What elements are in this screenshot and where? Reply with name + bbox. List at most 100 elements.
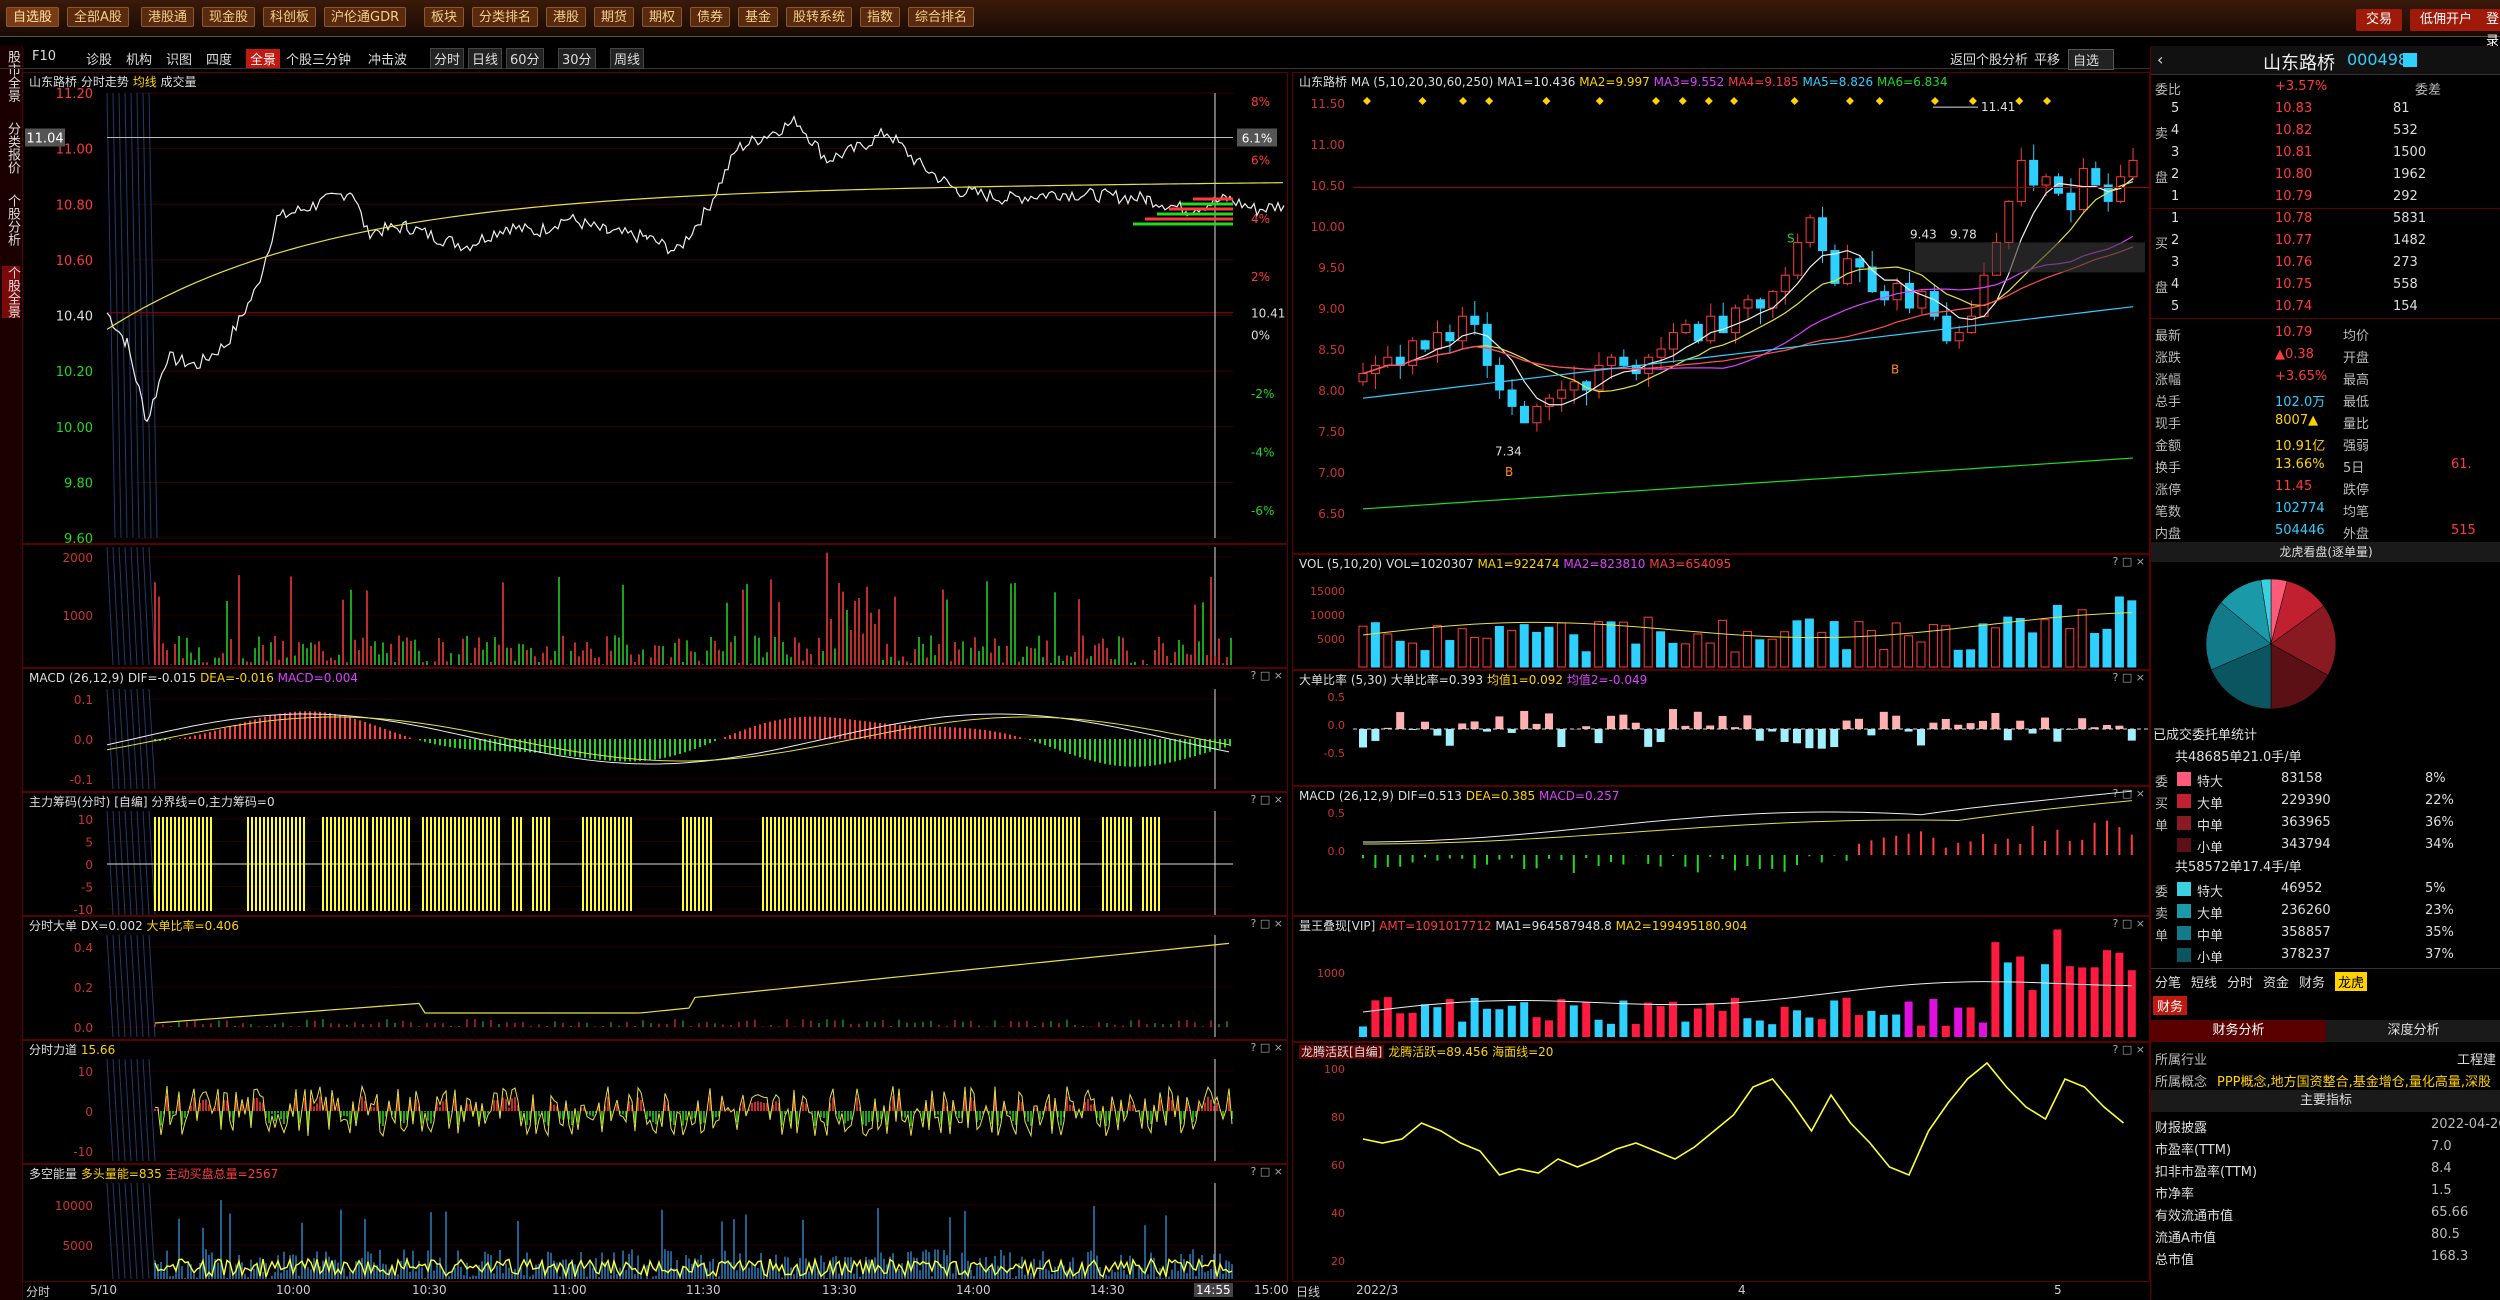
bid-row: 2 10.77 1482 bbox=[2151, 230, 2500, 252]
topbar-tab-6[interactable]: 板块 bbox=[424, 7, 465, 27]
topbar-tab-11[interactable]: 债券 bbox=[690, 7, 731, 27]
left-tab-3[interactable]: 个股全景 bbox=[2, 266, 20, 318]
topbar-tab-13[interactable]: 股转系统 bbox=[786, 7, 853, 27]
topbar-tab-7[interactable]: 分类排名 bbox=[472, 7, 539, 27]
quote-tab-3[interactable]: 资金 bbox=[2263, 972, 2289, 991]
analysis-toolbar: F10 诊股 机构 识图 四度 全景 个股三分钟 冲击波 分时 日线 60分 30分 周线 返回个股分析平… bbox=[0, 46, 2150, 70]
daily-lwdx-chart[interactable]: 1000 bbox=[1293, 917, 2149, 1041]
intraday-volume-chart[interactable]: 2000 1000 bbox=[23, 545, 1287, 667]
topbar-tab-2[interactable]: 港股通 bbox=[141, 7, 195, 27]
auction-hatch bbox=[136, 1182, 144, 1280]
topbar-tab-14[interactable]: 指数 bbox=[860, 7, 901, 27]
order-pie-chart bbox=[2205, 578, 2337, 710]
quote-row: 涨停 11.45 跌停 bbox=[2151, 476, 2500, 498]
daily-axis-label[interactable]: 日线 bbox=[1296, 1283, 1320, 1300]
secbar-right-0[interactable]: 返回个股分析 bbox=[1950, 49, 2028, 68]
daily-volume-chart[interactable]: 15000 10000 5000 bbox=[1293, 555, 2149, 669]
finance-tab[interactable]: 财务 bbox=[2153, 996, 2188, 1015]
intraday-lidao-chart[interactable]: 10 0 -10 bbox=[23, 1041, 1287, 1163]
topbar-tab-10[interactable]: 期权 bbox=[642, 7, 683, 27]
intraday-price-chart[interactable]: 11.2011.0010.8010.6010.4010.2010.009.809… bbox=[23, 73, 1287, 543]
price-tick-label: 10.40 bbox=[56, 310, 93, 325]
intraday-duokong-chart[interactable]: 10000 5000 bbox=[23, 1165, 1287, 1281]
intraday-zhuli-chart[interactable]: 10 5 0 -5 -10 bbox=[23, 793, 1287, 915]
daily-ddbl-chart[interactable]: 0.5 0.0 -0.5 bbox=[1293, 671, 2149, 785]
analysis-tab-4[interactable]: 四度 bbox=[206, 49, 232, 68]
period-tab-4[interactable]: 周线 bbox=[610, 48, 645, 69]
topbar-tab-12[interactable]: 基金 bbox=[738, 7, 779, 27]
left-tab-1[interactable]: 分类报价 bbox=[2, 122, 20, 174]
topbar-tab-4[interactable]: 科创板 bbox=[263, 7, 317, 27]
topbar-tab-8[interactable]: 港股 bbox=[546, 7, 587, 27]
current-pct-label: 6.1% bbox=[1242, 132, 1273, 146]
tick-label: 2000 bbox=[62, 551, 93, 565]
time-tick-7: 14:30 bbox=[1090, 1283, 1125, 1297]
volume-bar bbox=[1693, 633, 1703, 668]
quote-tab-4[interactable]: 财务 bbox=[2299, 972, 2325, 991]
intraday-axis-label[interactable]: 分时 bbox=[26, 1283, 50, 1300]
daily-macd-chart[interactable]: 0.5 0.0 bbox=[1293, 787, 2149, 915]
lwdx-bar bbox=[2103, 950, 2111, 1037]
signal-diamond bbox=[1931, 97, 1940, 105]
topbar-right-1[interactable]: 低佣开户 bbox=[2410, 9, 2483, 31]
analysis-tab-6[interactable]: 个股三分钟 bbox=[286, 49, 351, 68]
analysis-tab-0[interactable]: F10 bbox=[32, 49, 56, 64]
finance-subtab-1[interactable]: 深度分析 bbox=[2326, 1020, 2500, 1042]
topbar-tab-15[interactable]: 综合排名 bbox=[908, 7, 975, 27]
analysis-tab-2[interactable]: 机构 bbox=[126, 49, 152, 68]
topbar-tab-5[interactable]: 沪伦通GDR bbox=[324, 7, 407, 27]
topbar-right-2[interactable]: 登录 bbox=[2476, 9, 2500, 49]
signal-diamond bbox=[1845, 97, 1854, 105]
quote-tab-0[interactable]: 分笔 bbox=[2155, 972, 2181, 991]
volume-bar bbox=[1978, 623, 1988, 668]
secbar-right-2[interactable]: 自选 bbox=[2068, 49, 2115, 70]
daily-lthy-chart[interactable]: 100 80 60 40 20 bbox=[1293, 1043, 2149, 1281]
bid-price: 10.74 bbox=[2275, 299, 2313, 314]
analysis-tab-1[interactable]: 诊股 bbox=[86, 49, 112, 68]
analysis-tab-3[interactable]: 识图 bbox=[166, 49, 192, 68]
ddbl-bar bbox=[1359, 729, 1367, 748]
current-price-label: 11.04 bbox=[26, 132, 63, 147]
intraday-dadan-chart[interactable]: 0.4 0.2 0.0 bbox=[23, 917, 1287, 1039]
quote-tab-5[interactable]: 龙虎 bbox=[2335, 972, 2368, 991]
finance-subtab-0[interactable]: 财务分析 bbox=[2151, 1020, 2326, 1042]
bid-price: 10.75 bbox=[2275, 277, 2313, 292]
fin-label: 扣非市盈率(TTM) bbox=[2155, 1165, 2258, 1180]
candle-body bbox=[1892, 282, 1902, 301]
volume-bar bbox=[1718, 619, 1728, 668]
ddbl-bar bbox=[1433, 729, 1442, 736]
candle-body bbox=[1457, 315, 1467, 342]
volume-bar bbox=[1941, 625, 1951, 668]
topbar-tab-1[interactable]: 全部A股 bbox=[67, 7, 129, 27]
daily-kline-chart[interactable]: 11.50 11.00 10.50 10.00 9.50 9.00 8.50 8.00 7.50… bbox=[1293, 73, 2149, 553]
intraday-macd-chart[interactable]: 0.1 0.0 -0.1 bbox=[23, 669, 1287, 791]
color-swatch bbox=[2177, 882, 2191, 896]
intraday-price-line bbox=[106, 115, 1285, 423]
quote-label: 涨幅 bbox=[2155, 373, 2182, 388]
quote-value: ▲0.38 bbox=[2275, 347, 2314, 362]
quote-tab-1[interactable]: 短线 bbox=[2191, 972, 2217, 991]
topbar-tab-0[interactable]: 自选股 bbox=[6, 7, 60, 27]
analysis-tab-7[interactable]: 冲击波 bbox=[368, 49, 407, 68]
topbar-tab-9[interactable]: 期货 bbox=[594, 7, 635, 27]
lwdx-bar bbox=[1644, 1002, 1653, 1037]
period-tab-2[interactable]: 60分 bbox=[506, 48, 544, 69]
ddbl-bar bbox=[1594, 729, 1603, 744]
left-tab-2[interactable]: 个股分析 bbox=[2, 194, 20, 246]
period-tab-1[interactable]: 日线 bbox=[468, 48, 503, 69]
period-tab-3[interactable]: 30分 bbox=[558, 48, 596, 69]
analysis-tab-5[interactable]: 全景 bbox=[246, 49, 281, 68]
code-badge-icon[interactable] bbox=[2403, 53, 2417, 67]
back-icon[interactable]: ‹ bbox=[2157, 50, 2163, 69]
buy_side-stat-row: 委 特大 83158 8% bbox=[2151, 768, 2500, 790]
secbar-right-1[interactable]: 平移 bbox=[2034, 49, 2060, 68]
candle-body bbox=[1818, 217, 1828, 252]
signal-diamond bbox=[1542, 97, 1551, 105]
auction-hatch bbox=[130, 546, 138, 666]
period-tab-0[interactable]: 分时 bbox=[430, 48, 465, 69]
volume-bar bbox=[1879, 649, 1889, 668]
quote-tab-2[interactable]: 分时 bbox=[2227, 972, 2253, 991]
topbar-right-0[interactable]: 交易 bbox=[2356, 9, 2403, 31]
signal-diamond bbox=[1678, 97, 1687, 105]
topbar-tab-3[interactable]: 现金股 bbox=[202, 7, 256, 27]
